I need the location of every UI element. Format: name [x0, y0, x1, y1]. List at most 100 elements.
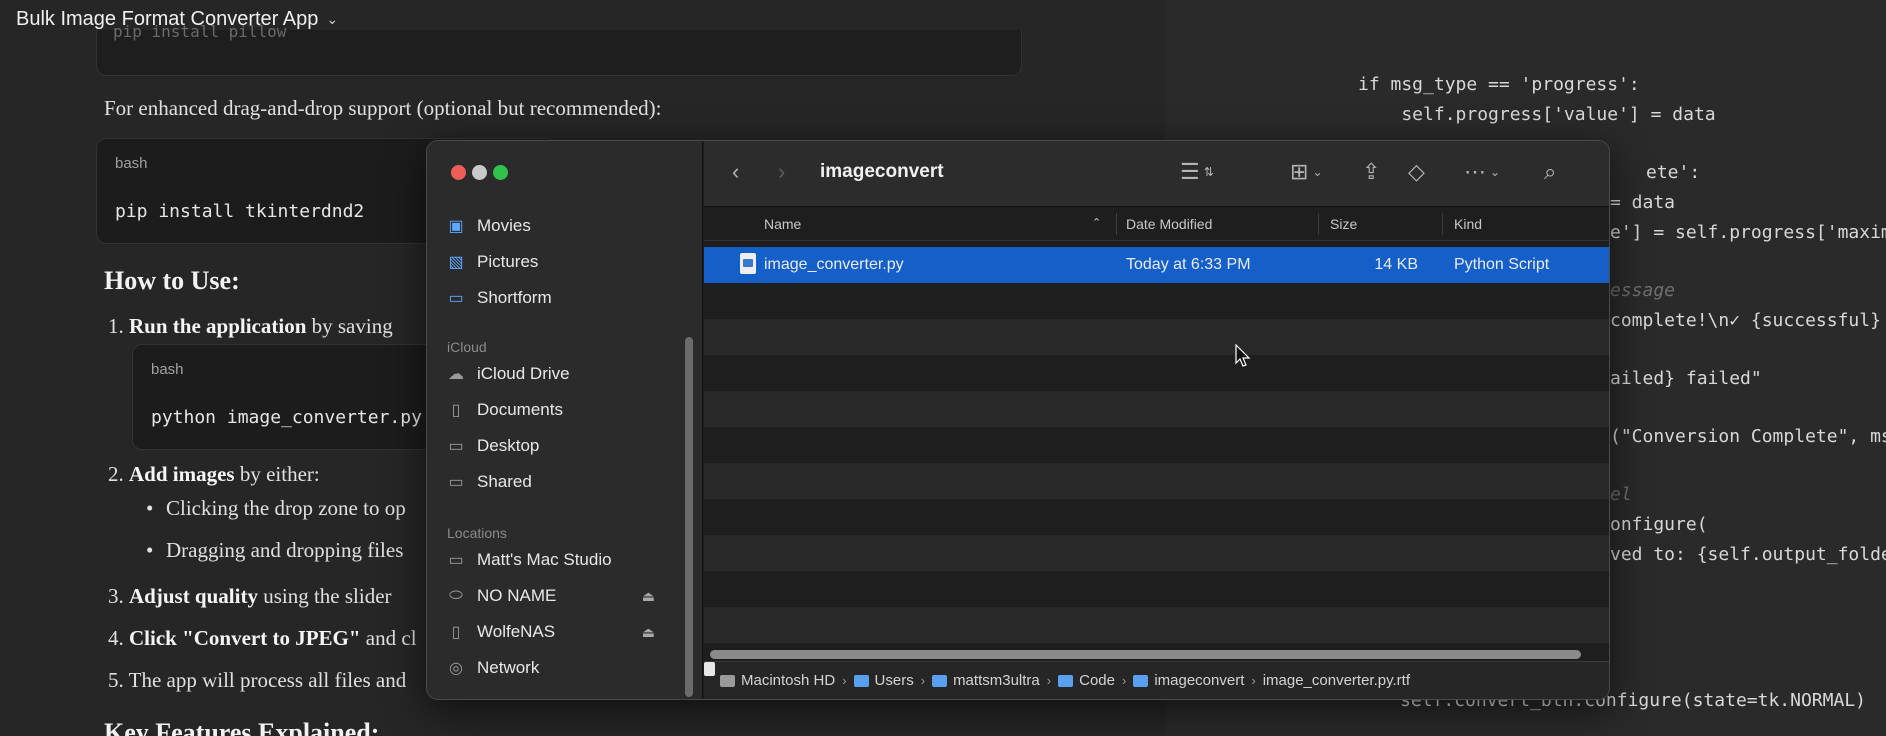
sidebar-item-label: Movies: [477, 216, 531, 235]
chevron-down-icon[interactable]: ⌄: [326, 11, 338, 28]
column-divider[interactable]: [1116, 213, 1117, 235]
sidebar-item-pictures[interactable]: ▧ Pictures: [445, 247, 695, 277]
globe-icon: ◎: [449, 660, 463, 677]
sidebar-item-label: Network: [477, 658, 540, 677]
folder-icon: ▭: [448, 290, 464, 307]
path-item[interactable]: Users: [853, 672, 914, 689]
share-icon[interactable]: ⇪: [1362, 159, 1380, 185]
file-row[interactable]: image_converter.py Today at 6:33 PM 14 K…: [704, 247, 1609, 283]
chevron-right-icon: ›: [842, 673, 847, 688]
sidebar-item-icloud-drive[interactable]: ☁ iCloud Drive: [445, 359, 695, 389]
heading-how-to-use: How to Use:: [104, 266, 240, 295]
finder-window[interactable]: ▣ Movies ▧ Pictures ▭ Shortform iCloud ☁…: [426, 140, 1610, 700]
eject-icon[interactable]: ⏏: [642, 588, 655, 605]
folder-icon: [853, 674, 869, 687]
list-item: 5. The app will process all files and: [108, 668, 407, 692]
code-line: self.progress['value'] = data: [1358, 104, 1716, 125]
code-line: = data: [1610, 192, 1676, 213]
forward-button[interactable]: ›: [778, 159, 785, 185]
chevron-right-icon: ›: [1121, 673, 1127, 688]
sidebar-item-shortform[interactable]: ▭ Shortform: [445, 283, 695, 313]
hard-drive-icon: [720, 674, 735, 687]
more-actions-button[interactable]: ⋯ ⌄: [1464, 159, 1500, 185]
sidebar-item-no-name[interactable]: ⬭ NO NAME ⏏: [445, 581, 695, 611]
sidebar-scrollbar[interactable]: [685, 337, 693, 697]
sidebar-item-mac-studio[interactable]: ▭ Matt's Mac Studio: [445, 545, 695, 575]
sidebar-item-label: WolfeNAS: [477, 622, 556, 641]
path-item[interactable]: Code: [1058, 672, 1115, 689]
chevron-right-icon: ›: [920, 673, 926, 688]
sidebar-item-desktop[interactable]: ▭ Desktop: [445, 431, 695, 461]
empty-row: [704, 391, 1609, 427]
file-list[interactable]: image_converter.py Today at 6:33 PM 14 K…: [704, 241, 1609, 659]
step-bold: Add images: [129, 462, 235, 486]
back-button[interactable]: ‹: [732, 159, 739, 185]
code-line: onfigure(: [1610, 514, 1708, 535]
path-item[interactable]: imageconvert: [1133, 672, 1244, 689]
python-file-icon: [740, 253, 756, 274]
document-icon: ▯: [451, 624, 461, 641]
column-date-modified[interactable]: Date Modified: [1126, 216, 1212, 232]
code-text[interactable]: python image_converter.py: [151, 407, 422, 428]
list-item: 1. Run the application by saving: [108, 314, 393, 338]
sidebar-item-wolfenas[interactable]: ▯ WolfeNAS ⏏: [445, 617, 695, 647]
path-item[interactable]: image_converter.py.rtf: [704, 662, 1410, 689]
code-text: pip install pillow: [113, 22, 287, 41]
sidebar-item-label: iCloud Drive: [477, 364, 570, 383]
sidebar-item-network[interactable]: ◎ Network: [445, 653, 695, 683]
folder-icon: [1058, 674, 1074, 687]
horizontal-scrollbar[interactable]: [710, 650, 1581, 659]
sidebar-item-documents[interactable]: ▯ Documents: [445, 395, 695, 425]
minimize-window-button[interactable]: [472, 165, 487, 180]
column-divider[interactable]: [1318, 213, 1319, 235]
code-text[interactable]: pip install tkinterdnd2: [115, 201, 364, 222]
tag-icon[interactable]: ◇: [1408, 159, 1425, 185]
sidebar-item-label: NO NAME: [477, 586, 557, 605]
path-label: imageconvert: [1154, 672, 1245, 689]
column-size[interactable]: Size: [1330, 216, 1357, 232]
column-kind[interactable]: Kind: [1454, 216, 1482, 232]
empty-row: [704, 607, 1609, 643]
path-item[interactable]: mattsm3ultra: [932, 672, 1040, 689]
list-item: 2. Add images by either:: [108, 462, 320, 486]
group-by-button[interactable]: ⊞ ⌄: [1290, 159, 1323, 185]
search-icon[interactable]: ⌕: [1544, 159, 1556, 185]
path-item[interactable]: Macintosh HD: [720, 672, 835, 689]
eject-icon[interactable]: ⏏: [642, 624, 655, 641]
folder-icon: [932, 674, 948, 687]
folder-icon: [1133, 674, 1149, 687]
sidebar-item-label: Pictures: [477, 252, 539, 271]
bullet-item: Dragging and dropping files: [146, 538, 403, 563]
sidebar-item-shared[interactable]: ▭ Shared: [445, 467, 695, 497]
column-divider[interactable]: [1442, 213, 1443, 235]
column-name[interactable]: Name: [764, 216, 801, 232]
step-text: and cl: [360, 626, 417, 650]
file-date: Today at 6:33 PM: [1126, 256, 1251, 273]
sidebar-item-movies[interactable]: ▣ Movies: [445, 211, 695, 241]
zoom-window-button[interactable]: [493, 165, 508, 180]
shared-folder-icon: ▭: [448, 474, 464, 491]
sidebar-item-label: Shared: [477, 472, 532, 491]
empty-row: [704, 463, 1609, 499]
close-window-button[interactable]: [451, 165, 466, 180]
code-line: ("Conversion Complete", ms: [1610, 426, 1886, 447]
code-line: ete':: [1646, 162, 1701, 183]
path-label: Users: [874, 672, 914, 689]
sidebar-item-label: Matt's Mac Studio: [477, 550, 612, 569]
step-bold: Click "Convert to JPEG": [129, 626, 361, 650]
photo-icon: ▧: [448, 254, 464, 271]
list-view-button[interactable]: ☰ ⇅: [1180, 159, 1214, 185]
empty-row: [704, 319, 1609, 355]
document-icon: ▯: [451, 402, 461, 419]
chevron-right-icon: ›: [1251, 673, 1256, 688]
sidebar-item-label: Shortform: [477, 288, 552, 307]
step-bold: Adjust quality: [129, 584, 258, 608]
sort-ascending-icon[interactable]: ⌃: [1092, 216, 1101, 229]
document-icon: [704, 662, 715, 676]
chevron-right-icon: ›: [1046, 673, 1052, 688]
step-text: using the slider: [257, 584, 392, 608]
finder-main: ‹ › imageconvert ☰ ⇅ ⊞ ⌄ ⇪ ◇ ⋯ ⌄ ⌕ Name ⌃ D…: [704, 141, 1609, 699]
file-kind: Python Script: [1454, 256, 1550, 273]
empty-row: [704, 535, 1609, 571]
code-line: ailed} failed": [1610, 368, 1762, 389]
